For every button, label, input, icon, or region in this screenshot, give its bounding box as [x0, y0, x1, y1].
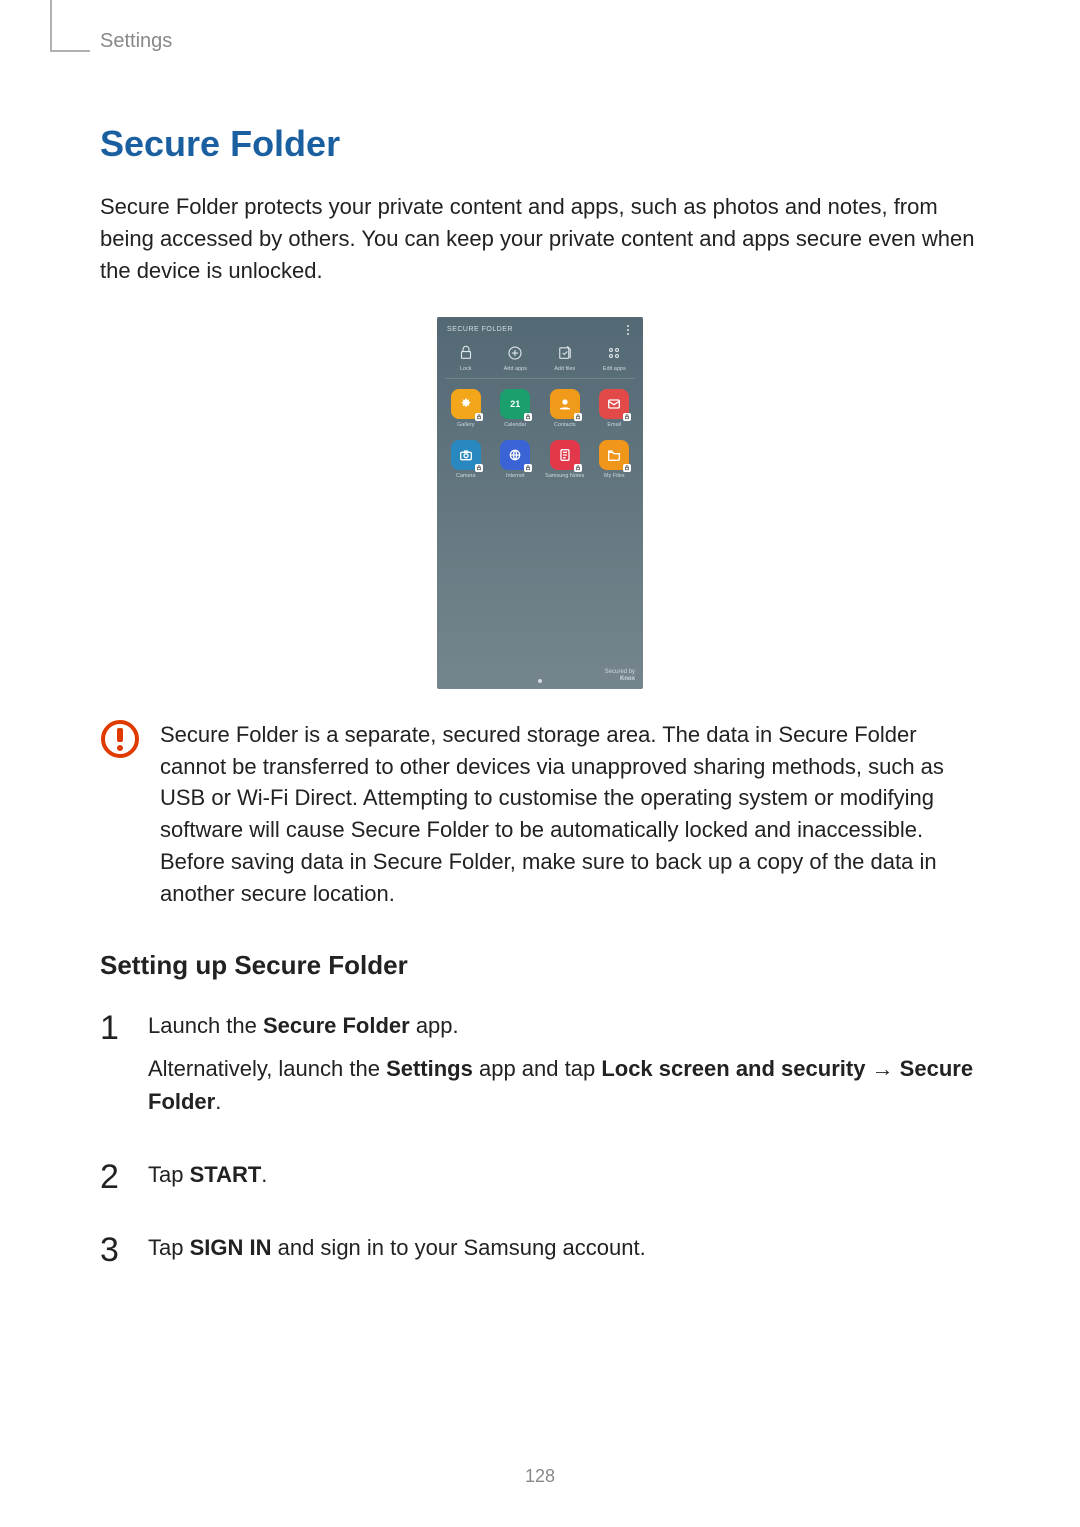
app-gallery-label: Gallery — [457, 422, 474, 428]
app-contacts-label: Contacts — [554, 422, 576, 428]
menu-kebab-icon[interactable] — [623, 325, 633, 335]
app-email-label: Email — [607, 422, 621, 428]
app-email[interactable]: Email — [592, 389, 636, 428]
secure-badge-icon — [623, 413, 631, 421]
toolbar-row: Lock Add apps Add files — [437, 339, 643, 372]
app-camera[interactable]: Camera — [444, 440, 488, 479]
add-files-icon — [555, 343, 575, 363]
app-contacts[interactable]: Contacts — [543, 389, 587, 428]
gallery-icon — [451, 389, 481, 419]
tool-add-apps-label: Add apps — [504, 366, 527, 372]
warning-text: Secure Folder is a separate, secured sto… — [160, 719, 980, 910]
internet-icon — [500, 440, 530, 470]
step-3-body: Tap SIGN IN and sign in to your Samsung … — [148, 1231, 646, 1274]
apps-row-1: Gallery 21 Calendar Contacts — [437, 385, 643, 428]
step-1-number: 1 — [100, 1009, 128, 1045]
phone-header: SECURE FOLDER — [437, 317, 643, 339]
apps-grid-icon — [604, 343, 624, 363]
step-1-body: Launch the Secure Folder app. Alternativ… — [148, 1009, 980, 1128]
secure-badge-icon — [475, 464, 483, 472]
tool-add-files[interactable]: Add files — [543, 343, 587, 372]
tool-add-files-label: Add files — [554, 366, 575, 372]
header-rule-horizontal — [50, 50, 90, 52]
notes-icon — [550, 440, 580, 470]
apps-row-2: Camera Internet Samsung Notes — [437, 436, 643, 479]
knox-bottom: Knox — [605, 676, 635, 683]
text: app and tap — [473, 1056, 601, 1081]
page-indicator-dot — [538, 679, 542, 683]
phone-screenshot: SECURE FOLDER Lock Add apps — [100, 317, 980, 689]
bold-text: Secure Folder — [263, 1013, 410, 1038]
text: app. — [410, 1013, 459, 1038]
secure-badge-icon — [475, 413, 483, 421]
step-1: 1 Launch the Secure Folder app. Alternat… — [100, 1009, 980, 1128]
app-internet[interactable]: Internet — [493, 440, 537, 479]
secure-badge-icon — [524, 464, 532, 472]
secure-badge-icon — [524, 413, 532, 421]
knox-brand: Secured by Knox — [605, 669, 635, 682]
contacts-icon — [550, 389, 580, 419]
files-icon — [599, 440, 629, 470]
step-1-line-b: Alternatively, launch the Settings app a… — [148, 1052, 980, 1118]
text: Tap — [148, 1235, 190, 1260]
step-2-number: 2 — [100, 1158, 128, 1194]
bold-text: SIGN IN — [190, 1235, 272, 1260]
calendar-icon: 21 — [500, 389, 530, 419]
bold-text: START — [190, 1162, 262, 1187]
tool-add-apps[interactable]: Add apps — [493, 343, 537, 372]
step-3-number: 3 — [100, 1231, 128, 1267]
email-icon — [599, 389, 629, 419]
camera-icon — [451, 440, 481, 470]
bold-text: Lock screen and security — [601, 1056, 865, 1081]
app-notes[interactable]: Samsung Notes — [543, 440, 587, 479]
breadcrumb: Settings — [100, 30, 980, 53]
plus-circle-icon — [505, 343, 525, 363]
app-calendar[interactable]: 21 Calendar — [493, 389, 537, 428]
app-calendar-label: Calendar — [504, 422, 526, 428]
arrow-text: → — [865, 1056, 899, 1081]
app-camera-label: Camera — [456, 473, 476, 479]
step-2-body: Tap START. — [148, 1158, 267, 1201]
subheading: Setting up Secure Folder — [100, 950, 980, 981]
app-files[interactable]: My Files — [592, 440, 636, 479]
page-title: Secure Folder — [100, 123, 980, 165]
warning-block: Secure Folder is a separate, secured sto… — [100, 719, 980, 910]
phone-divider — [445, 378, 635, 379]
secure-badge-icon — [574, 464, 582, 472]
text: Alternatively, launch the — [148, 1056, 386, 1081]
header-rule-vertical — [50, 0, 52, 50]
intro-paragraph: Secure Folder protects your private cont… — [100, 191, 980, 287]
warning-icon — [100, 719, 140, 759]
lock-icon — [456, 343, 476, 363]
text: and sign in to your Samsung account. — [272, 1235, 646, 1260]
text: Tap — [148, 1162, 190, 1187]
app-internet-label: Internet — [506, 473, 525, 479]
phone-header-title: SECURE FOLDER — [447, 326, 513, 333]
secure-badge-icon — [623, 464, 631, 472]
step-3: 3 Tap SIGN IN and sign in to your Samsun… — [100, 1231, 980, 1274]
app-files-label: My Files — [604, 473, 624, 479]
bold-text: Settings — [386, 1056, 473, 1081]
step-1-line-a: Launch the Secure Folder app. — [148, 1009, 980, 1042]
tool-lock-label: Lock — [460, 366, 472, 372]
knox-top: Secured by — [605, 669, 635, 676]
page-number: 128 — [0, 1466, 1080, 1487]
calendar-date: 21 — [510, 399, 520, 409]
tool-lock[interactable]: Lock — [444, 343, 488, 372]
secure-badge-icon — [574, 413, 582, 421]
tool-edit-apps-label: Edit apps — [603, 366, 626, 372]
tool-edit-apps[interactable]: Edit apps — [592, 343, 636, 372]
phone-frame: SECURE FOLDER Lock Add apps — [437, 317, 643, 689]
text: . — [215, 1089, 221, 1114]
app-gallery[interactable]: Gallery — [444, 389, 488, 428]
app-notes-label: Samsung Notes — [545, 473, 584, 479]
step-2: 2 Tap START. — [100, 1158, 980, 1201]
step-3-line: Tap SIGN IN and sign in to your Samsung … — [148, 1231, 646, 1264]
text: Launch the — [148, 1013, 263, 1038]
step-2-line: Tap START. — [148, 1158, 267, 1191]
text: . — [261, 1162, 267, 1187]
